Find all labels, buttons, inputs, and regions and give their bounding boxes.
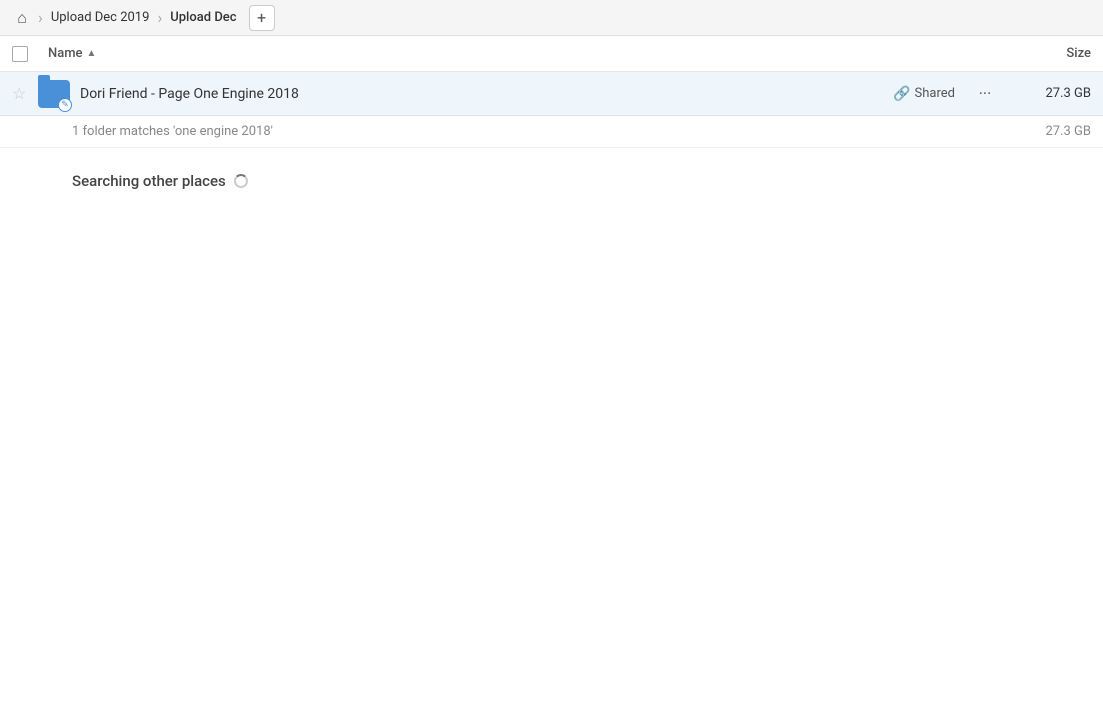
- name-column-label: Name: [48, 46, 83, 61]
- size-column-header[interactable]: Size: [1011, 46, 1091, 61]
- loading-spinner: [234, 174, 248, 188]
- shared-label: Shared: [915, 86, 955, 101]
- file-name: Dori Friend - Page One Engine 2018: [80, 86, 893, 102]
- shared-badge: 🔗 Shared: [893, 86, 955, 102]
- summary-size: 27.3 GB: [1011, 124, 1091, 139]
- breadcrumb-bar: ⌂ › Upload Dec 2019 › Upload Dec +: [0, 0, 1103, 36]
- size-column-label: Size: [1066, 46, 1091, 61]
- link-icon: 🔗: [893, 86, 910, 102]
- name-column-header[interactable]: Name ▲: [48, 46, 1011, 61]
- searching-text: Searching other places: [72, 172, 226, 190]
- breadcrumb-separator-1: ›: [38, 8, 43, 27]
- summary-text: 1 folder matches 'one engine 2018': [72, 124, 1011, 139]
- more-options-button[interactable]: ···: [971, 80, 999, 108]
- star-icon[interactable]: ☆: [12, 84, 36, 103]
- searching-section: Searching other places: [0, 148, 1103, 198]
- add-tab-button[interactable]: +: [249, 5, 275, 31]
- sort-arrow-icon: ▲: [87, 48, 97, 59]
- file-row[interactable]: ☆ ✎ Dori Friend - Page One Engine 2018 🔗…: [0, 72, 1103, 116]
- breadcrumb-separator-2: ›: [157, 8, 162, 27]
- breadcrumb-upload-dec-2019[interactable]: Upload Dec 2019: [45, 8, 156, 27]
- home-button[interactable]: ⌂: [8, 4, 36, 32]
- select-all-checkbox-wrap[interactable]: [12, 46, 48, 62]
- file-size: 27.3 GB: [1011, 86, 1091, 101]
- folder-edit-badge: ✎: [58, 98, 72, 112]
- summary-row: 1 folder matches 'one engine 2018' 27.3 …: [0, 116, 1103, 148]
- column-headers: Name ▲ Size: [0, 36, 1103, 72]
- folder-icon-wrap: ✎: [36, 76, 72, 112]
- select-all-checkbox[interactable]: [12, 46, 28, 62]
- breadcrumb-upload-dec[interactable]: Upload Dec: [164, 8, 242, 27]
